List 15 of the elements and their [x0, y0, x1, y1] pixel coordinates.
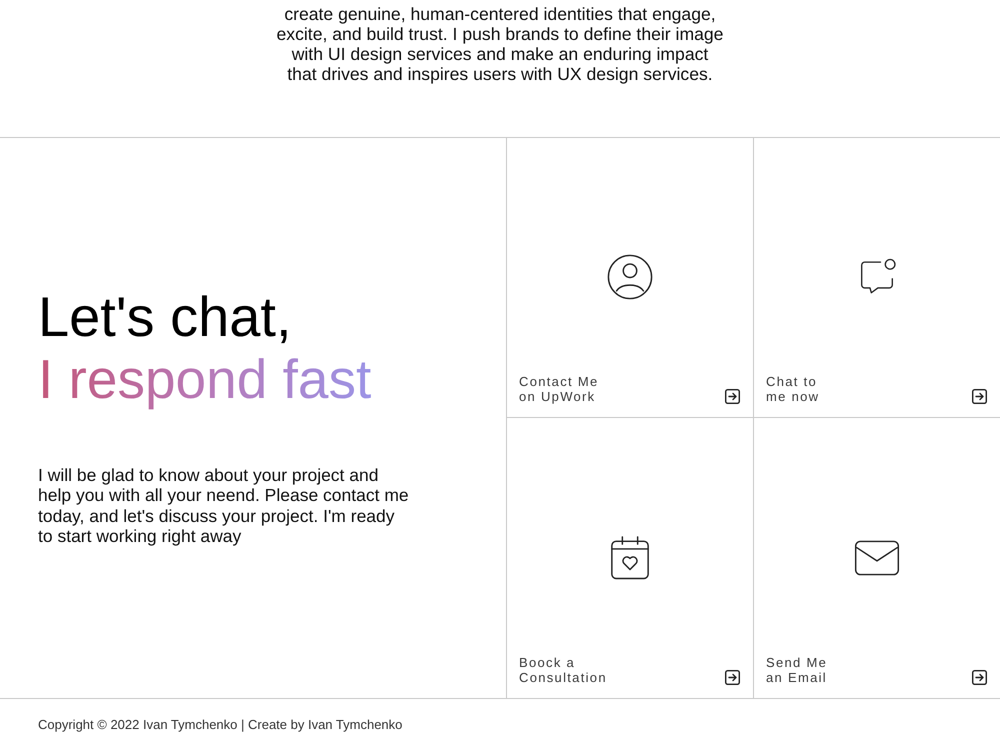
tile-link[interactable]: Contact Me on UpWork	[519, 374, 598, 404]
copyright-text: Copyright © 2022 Ivan Tymchenko | Create by Ivan Tymchenko	[38, 716, 402, 734]
contact-paragraph: I will be glad to know about your project and help you with all your neend. Please contact me today, and let's discuss your project. I'm ready to start working right away	[38, 464, 409, 547]
arrow-right-icon[interactable]	[725, 670, 740, 685]
tile-link[interactable]: Send Me an Email	[766, 655, 828, 685]
tile-link[interactable]: Boock a Consultation	[519, 655, 607, 685]
heading: Let's chat,	[38, 286, 292, 348]
user-circle-icon	[606, 254, 652, 300]
intro-paragraph: create genuine, human-centered identities that engage, excite, and build trust. I push brands to define their image with UI design services and make an enduring impact that drives and inspires users with UX design services.	[276, 4, 724, 84]
arrow-right-icon[interactable]	[725, 389, 740, 404]
tile-link[interactable]: Chat to me now	[766, 374, 820, 404]
calendar-heart-icon	[608, 534, 650, 580]
arrow-right-icon[interactable]	[972, 670, 987, 685]
arrow-right-icon[interactable]	[972, 389, 987, 404]
envelope-icon	[854, 540, 900, 576]
